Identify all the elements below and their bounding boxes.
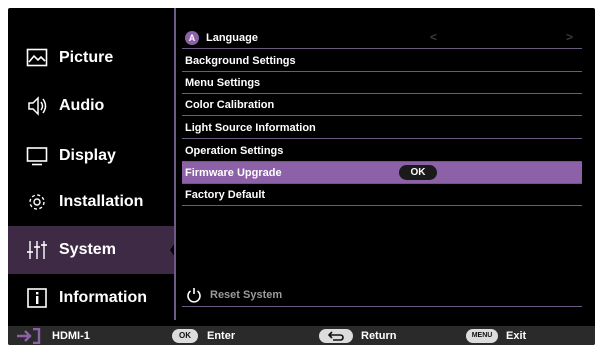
- system-submenu: A Language < > Background Settings Menu …: [178, 8, 595, 320]
- menu-divider: [174, 8, 176, 320]
- submenu-item-label: Firmware Upgrade: [185, 166, 282, 179]
- submenu-item-label: Color Calibration: [185, 98, 275, 111]
- footer-bar: HDMI-1 OK Enter Return MENU Exit: [8, 326, 595, 345]
- submenu-item-label: Factory Default: [185, 188, 266, 201]
- menu-key-icon: MENU: [466, 328, 498, 343]
- reset-system-item[interactable]: Reset System: [182, 283, 582, 307]
- source-label: HDMI-1: [52, 329, 90, 342]
- reset-system-label: Reset System: [210, 288, 283, 301]
- osd-screen: Picture Audio Display Installation Syste: [8, 8, 595, 345]
- gear-icon: [26, 191, 48, 213]
- submenu-item-label: Light Source Information: [185, 121, 316, 134]
- return-icon: [319, 328, 353, 343]
- chevron-right-icon[interactable]: >: [566, 30, 573, 44]
- submenu-item-factory-default[interactable]: Factory Default: [182, 184, 582, 206]
- chevron-left-icon[interactable]: <: [430, 30, 437, 44]
- menu-item-label: System: [59, 241, 116, 258]
- enter-hint: OK Enter: [172, 326, 235, 345]
- exit-label: Exit: [506, 329, 527, 342]
- submenu-item-menu-settings[interactable]: Menu Settings: [182, 72, 582, 94]
- menu-item-label: Audio: [59, 97, 105, 114]
- menu-item-label: Information: [59, 289, 147, 306]
- submenu-item-firmware-upgrade[interactable]: Firmware Upgrade OK: [182, 162, 582, 184]
- menu-item-label: Display: [59, 147, 116, 164]
- submenu-item-language[interactable]: A Language < >: [182, 27, 582, 49]
- menu-item-installation[interactable]: Installation: [8, 178, 176, 226]
- info-icon: [26, 287, 48, 309]
- return-hint: Return: [319, 326, 396, 345]
- ok-key-icon: OK: [172, 328, 198, 343]
- menu-item-audio[interactable]: Audio: [8, 82, 176, 130]
- menu-item-system[interactable]: System: [8, 226, 177, 274]
- submenu-item-color-calibration[interactable]: Color Calibration: [182, 94, 582, 116]
- category-menu: Picture Audio Display Installation Syste: [8, 8, 177, 322]
- menu-item-information[interactable]: Information: [8, 274, 176, 322]
- enter-label: Enter: [207, 329, 236, 342]
- submenu-item-label: Menu Settings: [185, 76, 261, 89]
- menu-item-picture[interactable]: Picture: [8, 34, 176, 82]
- submenu-item-operation-settings[interactable]: Operation Settings: [182, 140, 582, 162]
- ok-button[interactable]: OK: [399, 165, 437, 180]
- reset-icon: [186, 287, 202, 303]
- language-icon: A: [185, 30, 199, 45]
- input-source-icon: [16, 327, 42, 344]
- menu-item-display[interactable]: Display: [8, 132, 176, 180]
- monitor-icon: [26, 145, 48, 167]
- speaker-icon: [26, 95, 48, 117]
- menu-item-label: Installation: [59, 193, 144, 210]
- submenu-item-background-settings[interactable]: Background Settings: [182, 50, 582, 72]
- picture-icon: [26, 47, 48, 69]
- return-label: Return: [361, 329, 397, 342]
- submenu-item-label: Language: [206, 31, 258, 44]
- source-indicator: HDMI-1: [16, 326, 90, 345]
- exit-hint: MENU Exit: [466, 326, 526, 345]
- submenu-item-label: Operation Settings: [185, 144, 284, 157]
- submenu-item-light-source-information[interactable]: Light Source Information: [182, 117, 582, 139]
- menu-item-label: Picture: [59, 49, 114, 66]
- submenu-item-label: Background Settings: [185, 54, 296, 67]
- sliders-icon: [26, 239, 48, 261]
